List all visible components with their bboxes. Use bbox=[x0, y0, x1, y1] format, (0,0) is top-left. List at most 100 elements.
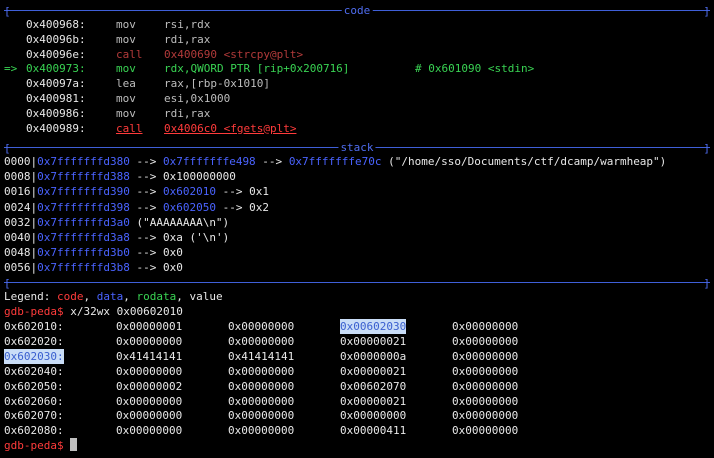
instruction-mnemonic: call bbox=[116, 121, 143, 135]
instruction-operands: 0x4006c0 <fgets@plt> bbox=[164, 121, 297, 135]
memory-address[interactable]: 0x602030: bbox=[4, 348, 64, 364]
bottom-separator: [ ] bbox=[4, 277, 710, 290]
instruction-address[interactable]: 0x40096b: bbox=[26, 32, 86, 47]
stack-header: stack bbox=[338, 140, 376, 155]
memory-word[interactable]: 0x00602030 bbox=[340, 319, 407, 334]
stack-address[interactable]: 0x7fffffffd398 bbox=[37, 201, 130, 214]
memory-word[interactable]: 0x00000000 bbox=[452, 349, 518, 364]
memory-address[interactable]: 0x602080: bbox=[4, 423, 64, 438]
memory-word[interactable]: 0x00000000 bbox=[228, 319, 294, 334]
code-line: 0x400986: mov rdi,rax bbox=[0, 106, 714, 121]
gdb-prompt: gdb-peda$ bbox=[4, 305, 64, 318]
stack-chain-part: --> bbox=[255, 155, 289, 168]
memory-row: 0x602060: 0x00000000 0x00000000 0x00000021 0… bbox=[0, 394, 714, 409]
memory-row: 0x602010: 0x00000001 0x00000000 0x00602030 0… bbox=[0, 319, 714, 334]
command-line[interactable]: gdb-peda$ x/32wx 0x00602010 bbox=[4, 304, 183, 319]
memory-word[interactable]: 0x00000000 bbox=[228, 394, 294, 409]
memory-address[interactable]: 0x602050: bbox=[4, 379, 64, 394]
memory-word[interactable]: 0x0000000a bbox=[340, 349, 406, 364]
stack-chain-part: ("/home/sso/Documents/ctf/dcamp/warmheap… bbox=[381, 155, 667, 168]
memory-word[interactable]: 0x00000000 bbox=[116, 394, 182, 409]
memory-word[interactable]: 0x00000000 bbox=[452, 319, 518, 334]
instruction-address[interactable]: 0x400968: bbox=[26, 17, 86, 32]
instruction-operands: 0x400690 <strcpy@plt> bbox=[164, 47, 304, 61]
stack-offset: 0008| bbox=[4, 170, 38, 184]
memory-word[interactable]: 0x00000000 bbox=[452, 364, 518, 379]
memory-address[interactable]: 0x602040: bbox=[4, 364, 64, 379]
memory-word[interactable]: 0x41414141 bbox=[116, 349, 182, 364]
memory-word[interactable]: 0x00000001 bbox=[116, 319, 182, 334]
memory-word[interactable]: 0x00000411 bbox=[340, 423, 406, 438]
memory-word[interactable]: 0x00000000 bbox=[228, 364, 294, 379]
memory-word[interactable]: 0x41414141 bbox=[228, 349, 294, 364]
memory-word[interactable]: 0x00000000 bbox=[340, 408, 406, 423]
memory-word[interactable]: 0x00000002 bbox=[116, 379, 182, 394]
legend-data: data bbox=[96, 290, 124, 303]
instruction-mnemonic: call bbox=[116, 47, 143, 61]
memory-word[interactable]: 0x00000000 bbox=[228, 408, 294, 423]
text-cursor[interactable] bbox=[70, 438, 78, 451]
code-separator: [ code ] bbox=[4, 3, 710, 18]
memory-address[interactable]: 0x602020: bbox=[4, 334, 64, 349]
instruction-mnemonic: mov bbox=[116, 32, 136, 46]
code-line: 0x400968: mov rsi,rdx bbox=[0, 17, 714, 32]
stack-address[interactable]: 0x7fffffffd3a8 bbox=[37, 231, 130, 244]
prompt-line[interactable]: gdb-peda$ bbox=[4, 438, 78, 453]
stack-row: 0040|0x7fffffffd3a8 --> 0xa ('\n') bbox=[4, 230, 229, 245]
stack-offset: 0048| bbox=[4, 246, 38, 260]
memory-word[interactable]: 0x00000000 bbox=[228, 423, 294, 438]
instruction-operands: rdx,QWORD PTR [rip+0x200716] bbox=[164, 62, 350, 76]
memory-address[interactable]: 0x602010: bbox=[4, 319, 64, 334]
memory-address[interactable]: 0x602060: bbox=[4, 394, 64, 409]
instruction-address[interactable]: 0x400986: bbox=[26, 106, 86, 121]
stack-offset: 0056| bbox=[4, 261, 38, 275]
memory-word[interactable]: 0x00000000 bbox=[452, 334, 518, 349]
stack-row: 0008|0x7fffffffd388 --> 0x100000000 bbox=[4, 169, 236, 184]
memory-word[interactable]: 0x00602070 bbox=[340, 379, 406, 394]
stack-chain-part: 0x602050 bbox=[162, 200, 216, 214]
code-line: 0x400981: mov esi,0x1000 bbox=[0, 91, 714, 106]
memory-word[interactable]: 0x00000021 bbox=[340, 364, 406, 379]
instruction-address[interactable]: 0x400981: bbox=[26, 91, 86, 106]
memory-row: 0x602030: 0x41414141 0x41414141 0x0000000a 0… bbox=[0, 348, 714, 364]
stack-address[interactable]: 0x7fffffffd3b0 bbox=[37, 246, 130, 259]
memory-word[interactable]: 0x00000000 bbox=[116, 423, 182, 438]
memory-word[interactable]: 0x00000000 bbox=[116, 408, 182, 423]
memory-word[interactable]: 0x00000000 bbox=[228, 334, 294, 349]
memory-row: 0x602080: 0x00000000 0x00000000 0x00000411 0… bbox=[0, 423, 714, 438]
gdb-command[interactable]: x/32wx 0x00602010 bbox=[64, 305, 183, 318]
stack-chain-part: --> bbox=[129, 185, 163, 199]
stack-address[interactable]: 0x7fffffffd3a0 bbox=[37, 216, 130, 229]
instruction-address[interactable]: 0x400973: bbox=[26, 61, 86, 76]
memory-word[interactable]: 0x00000000 bbox=[452, 379, 518, 394]
stack-row: 0016|0x7fffffffd390 --> 0x602010 --> 0x1 bbox=[4, 184, 269, 199]
stack-row: 0032|0x7fffffffd3a0 ("AAAAAAAA\n") bbox=[4, 215, 229, 230]
stack-offset: 0024| bbox=[4, 200, 38, 214]
stack-offset: 0032| bbox=[4, 215, 38, 229]
stack-offset: 0016| bbox=[4, 185, 38, 199]
stack-address[interactable]: 0x7fffffffd3b8 bbox=[37, 261, 130, 274]
memory-address[interactable]: 0x602070: bbox=[4, 408, 64, 423]
memory-word[interactable]: 0x00000000 bbox=[452, 423, 518, 438]
instruction-address[interactable]: 0x400989: bbox=[26, 121, 86, 136]
stack-address[interactable]: 0x7fffffffd388 bbox=[37, 170, 130, 183]
memory-word[interactable]: 0x00000000 bbox=[452, 408, 518, 423]
memory-word[interactable]: 0x00000000 bbox=[452, 394, 518, 409]
stack-offset: 0000| bbox=[4, 155, 38, 168]
terminal-window[interactable]: [ code ] 0x400968: mov rsi,rdx 0x40096b: mov… bbox=[0, 0, 714, 458]
stack-chain-part: 0x2 bbox=[249, 200, 269, 214]
stack-chain-part: --> bbox=[129, 200, 163, 214]
memory-word[interactable]: 0x00000000 bbox=[228, 379, 294, 394]
instruction-address[interactable]: 0x40097a: bbox=[26, 76, 86, 91]
stack-row: 0048|0x7fffffffd3b0 --> 0x0 bbox=[4, 245, 183, 260]
memory-word[interactable]: 0x00000000 bbox=[116, 334, 182, 349]
memory-word[interactable]: 0x00000021 bbox=[340, 394, 406, 409]
stack-address[interactable]: 0x7fffffffd390 bbox=[37, 185, 130, 198]
instruction-operands: rdi,rax bbox=[164, 106, 211, 120]
instruction-address[interactable]: 0x40096e: bbox=[26, 47, 86, 62]
memory-word[interactable]: 0x00000021 bbox=[340, 334, 406, 349]
memory-word[interactable]: 0x00000000 bbox=[116, 364, 182, 379]
gdb-prompt-current: gdb-peda$ bbox=[4, 439, 64, 452]
code-header: code bbox=[341, 3, 373, 18]
stack-address[interactable]: 0x7fffffffd380 bbox=[37, 155, 130, 168]
